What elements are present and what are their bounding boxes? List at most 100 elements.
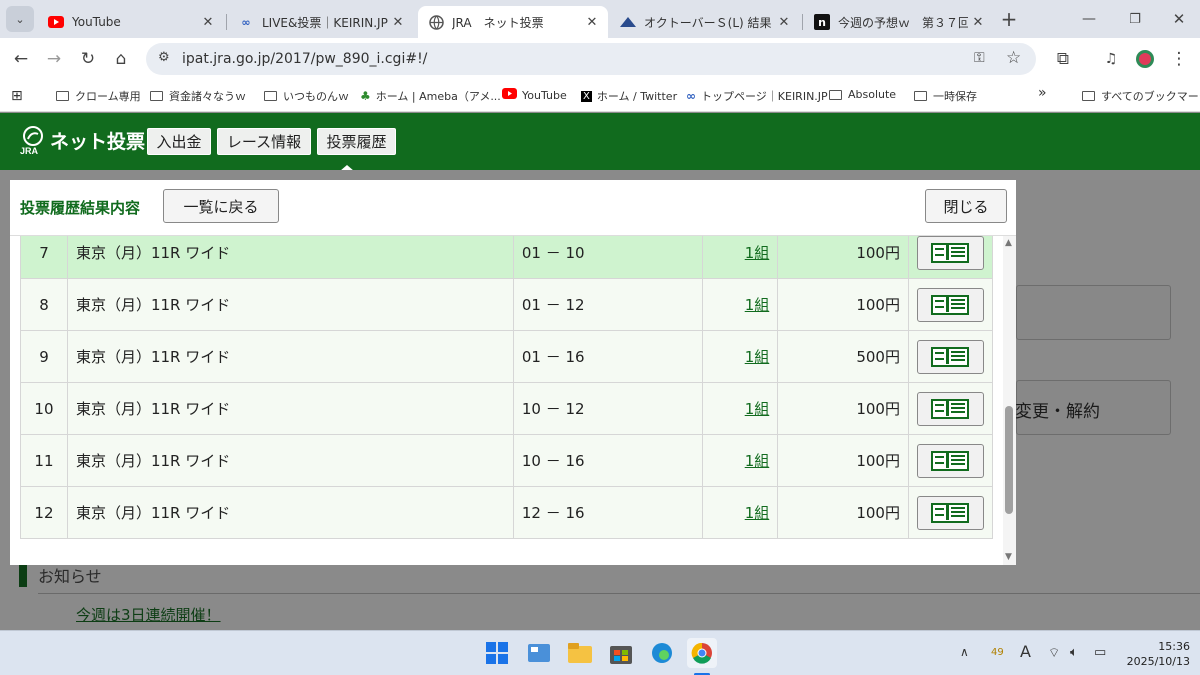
tray-chevron-icon[interactable]: ∧ <box>960 645 969 659</box>
key-icon[interactable]: ⚿ <box>974 50 985 66</box>
bookmark-item[interactable]: 資金諸々なうｗ <box>150 88 246 104</box>
bookmark-item[interactable]: ∞ トップページ｜KEIRIN.JP <box>686 88 828 104</box>
wifi-icon[interactable]: ⌔ <box>1048 645 1060 661</box>
bookmark-item[interactable]: クローム専用 <box>56 88 141 104</box>
bet-count-cell: 1組 <box>702 278 779 331</box>
chrome-icon[interactable] <box>687 638 717 668</box>
restore-icon[interactable]: ❐ <box>1122 6 1148 32</box>
jra-logo-text: ネット投票 <box>50 130 146 153</box>
detail-cell <box>907 382 993 435</box>
tab-note[interactable]: n 今週の予想ｗ 第３７回 ✕ <box>804 6 994 38</box>
windows-start-icon[interactable] <box>482 638 512 668</box>
volume-icon[interactable]: 🔈︎ <box>1070 645 1078 660</box>
bet-count-link[interactable]: 1組 <box>745 296 770 314</box>
back-arrow-icon[interactable]: ← <box>8 46 34 72</box>
bookmark-item[interactable]: Absolute <box>829 88 896 101</box>
close-icon[interactable]: ✕ <box>582 15 602 30</box>
ticket-icon <box>931 242 970 263</box>
clock-date: 2025/10/13 <box>1126 655 1190 668</box>
deposit-button[interactable]: 入出金 <box>147 128 211 155</box>
bookmark-label: 一時保存 <box>933 90 977 103</box>
back-to-list-button[interactable]: 一覧に戻る <box>163 189 279 223</box>
home-icon[interactable]: ⌂ <box>108 46 134 72</box>
apps-grid-icon[interactable]: ⊞ <box>11 88 23 104</box>
tab-search-chevron-icon[interactable]: ⌄ <box>6 6 34 32</box>
jra-header: JRA ネット投票 入出金 レース情報 投票履歴 <box>0 113 1200 171</box>
folder-icon <box>56 91 69 101</box>
change-cancel-label: 変更・解約 <box>1015 402 1100 422</box>
all-bookmarks[interactable]: すべてのブックマーク <box>1082 88 1200 104</box>
address-bar[interactable]: ⚙ ipat.jra.go.jp/2017/pw_890_i.cgi#!/ ⚿ … <box>146 43 1036 75</box>
vote-history-button[interactable]: 投票履歴 <box>317 128 396 155</box>
keirin-icon: ∞ <box>686 89 696 103</box>
store-icon[interactable] <box>606 638 636 668</box>
tab-jra[interactable]: JRA ネット投票 ✕ <box>418 6 608 38</box>
widgets-icon[interactable] <box>524 638 554 668</box>
ticket-detail-button[interactable] <box>916 287 984 322</box>
table-row: 11 東京（月）11R ワイド 10 － 16 1組 100円 <box>20 434 993 487</box>
battery-icon[interactable]: ▭ <box>1094 645 1106 660</box>
bookmark-item[interactable]: YouTube <box>502 88 567 102</box>
new-tab-plus-icon[interactable]: + <box>996 6 1022 32</box>
reload-icon[interactable]: ↻ <box>75 46 101 72</box>
bookmark-star-icon[interactable]: ☆ <box>1006 48 1021 68</box>
ticket-detail-button[interactable] <box>916 495 984 530</box>
keirin-icon: ∞ <box>241 15 251 29</box>
ime-indicator[interactable]: A <box>1020 642 1031 661</box>
tab-keirin[interactable]: ∞ LIVE&投票｜KEIRIN.JP ✕ <box>228 6 414 38</box>
close-icon[interactable]: ✕ <box>198 15 218 30</box>
ticket-detail-button[interactable] <box>916 391 984 426</box>
bet-amount: 100円 <box>777 434 909 487</box>
bet-combination: 12 － 16 <box>512 486 704 539</box>
bookmark-item[interactable]: X ホーム / Twitter <box>581 88 677 104</box>
scrollbar[interactable]: ▲ ▼ <box>1003 236 1016 565</box>
race-info-button[interactable]: レース情報 <box>217 128 311 155</box>
site-info-icon[interactable]: ⚙ <box>158 50 170 65</box>
bookmark-overflow-icon[interactable]: » <box>1038 85 1047 101</box>
clock[interactable]: 15:36 2025/10/13 <box>1127 639 1190 669</box>
table-row: 8 東京（月）11R ワイド 01 － 12 1組 100円 <box>20 278 993 331</box>
notification-count[interactable]: 49 <box>991 647 1004 658</box>
tab-youtube[interactable]: YouTube ✕ <box>38 6 224 38</box>
scroll-up-icon[interactable]: ▲ <box>1005 238 1012 248</box>
close-icon[interactable]: ✕ <box>968 15 988 30</box>
jra-logo-sub: JRA <box>20 146 39 155</box>
bet-count-cell: 1組 <box>702 382 779 435</box>
tab-netkeiba[interactable]: オクトーバーＳ(L) 結果・払戻 ✕ <box>610 6 800 38</box>
edge-icon[interactable] <box>647 638 677 668</box>
bet-count-link[interactable]: 1組 <box>745 348 770 366</box>
url-text: ipat.jra.go.jp/2017/pw_890_i.cgi#!/ <box>182 51 428 67</box>
ticket-detail-button[interactable] <box>916 443 984 478</box>
bet-amount: 100円 <box>777 278 909 331</box>
ticket-detail-button[interactable] <box>916 339 984 374</box>
close-icon[interactable]: ✕ <box>774 15 794 30</box>
bet-count-link[interactable]: 1組 <box>745 244 770 262</box>
scroll-thumb[interactable] <box>1005 406 1013 514</box>
close-button[interactable]: 閉じる <box>925 189 1007 223</box>
browser-toolbar: ← → ↻ ⌂ ⚙ ipat.jra.go.jp/2017/pw_890_i.c… <box>0 38 1200 80</box>
clock-time: 15:36 <box>1158 640 1190 653</box>
media-control-icon[interactable]: ♫ <box>1098 46 1124 72</box>
minimize-icon[interactable]: — <box>1076 6 1102 32</box>
race-name: 東京（月）11R ワイド <box>66 434 514 487</box>
scroll-down-icon[interactable]: ▼ <box>1005 552 1012 562</box>
file-explorer-icon[interactable] <box>565 638 595 668</box>
bet-count-link[interactable]: 1組 <box>745 452 770 470</box>
bet-count-link[interactable]: 1組 <box>745 504 770 522</box>
profile-avatar[interactable] <box>1132 46 1158 72</box>
ticket-icon <box>931 450 970 471</box>
forward-arrow-icon[interactable]: → <box>41 46 67 72</box>
notice-link[interactable]: 今週は3日連続開催！ <box>76 604 221 625</box>
close-icon[interactable]: ✕ <box>388 15 408 30</box>
bookmark-item[interactable]: いつものんｗ <box>264 88 349 104</box>
row-number: 10 <box>20 382 68 435</box>
ticket-detail-button[interactable] <box>916 236 984 270</box>
ticket-icon <box>931 502 970 523</box>
bookmark-item[interactable]: 一時保存 <box>914 88 977 104</box>
vote-history-modal: 投票履歴結果内容 一覧に戻る 閉じる 7 東京（月）11R ワイド 01 － 10 1… <box>10 180 1016 565</box>
window-close-icon[interactable]: ✕ <box>1166 6 1192 32</box>
bookmark-item[interactable]: ♣ ホーム | Ameba（アメ... <box>360 88 501 104</box>
bet-count-link[interactable]: 1組 <box>745 400 770 418</box>
menu-kebab-icon[interactable]: ⋮ <box>1166 46 1192 72</box>
extensions-icon[interactable]: ⧉ <box>1050 46 1076 72</box>
